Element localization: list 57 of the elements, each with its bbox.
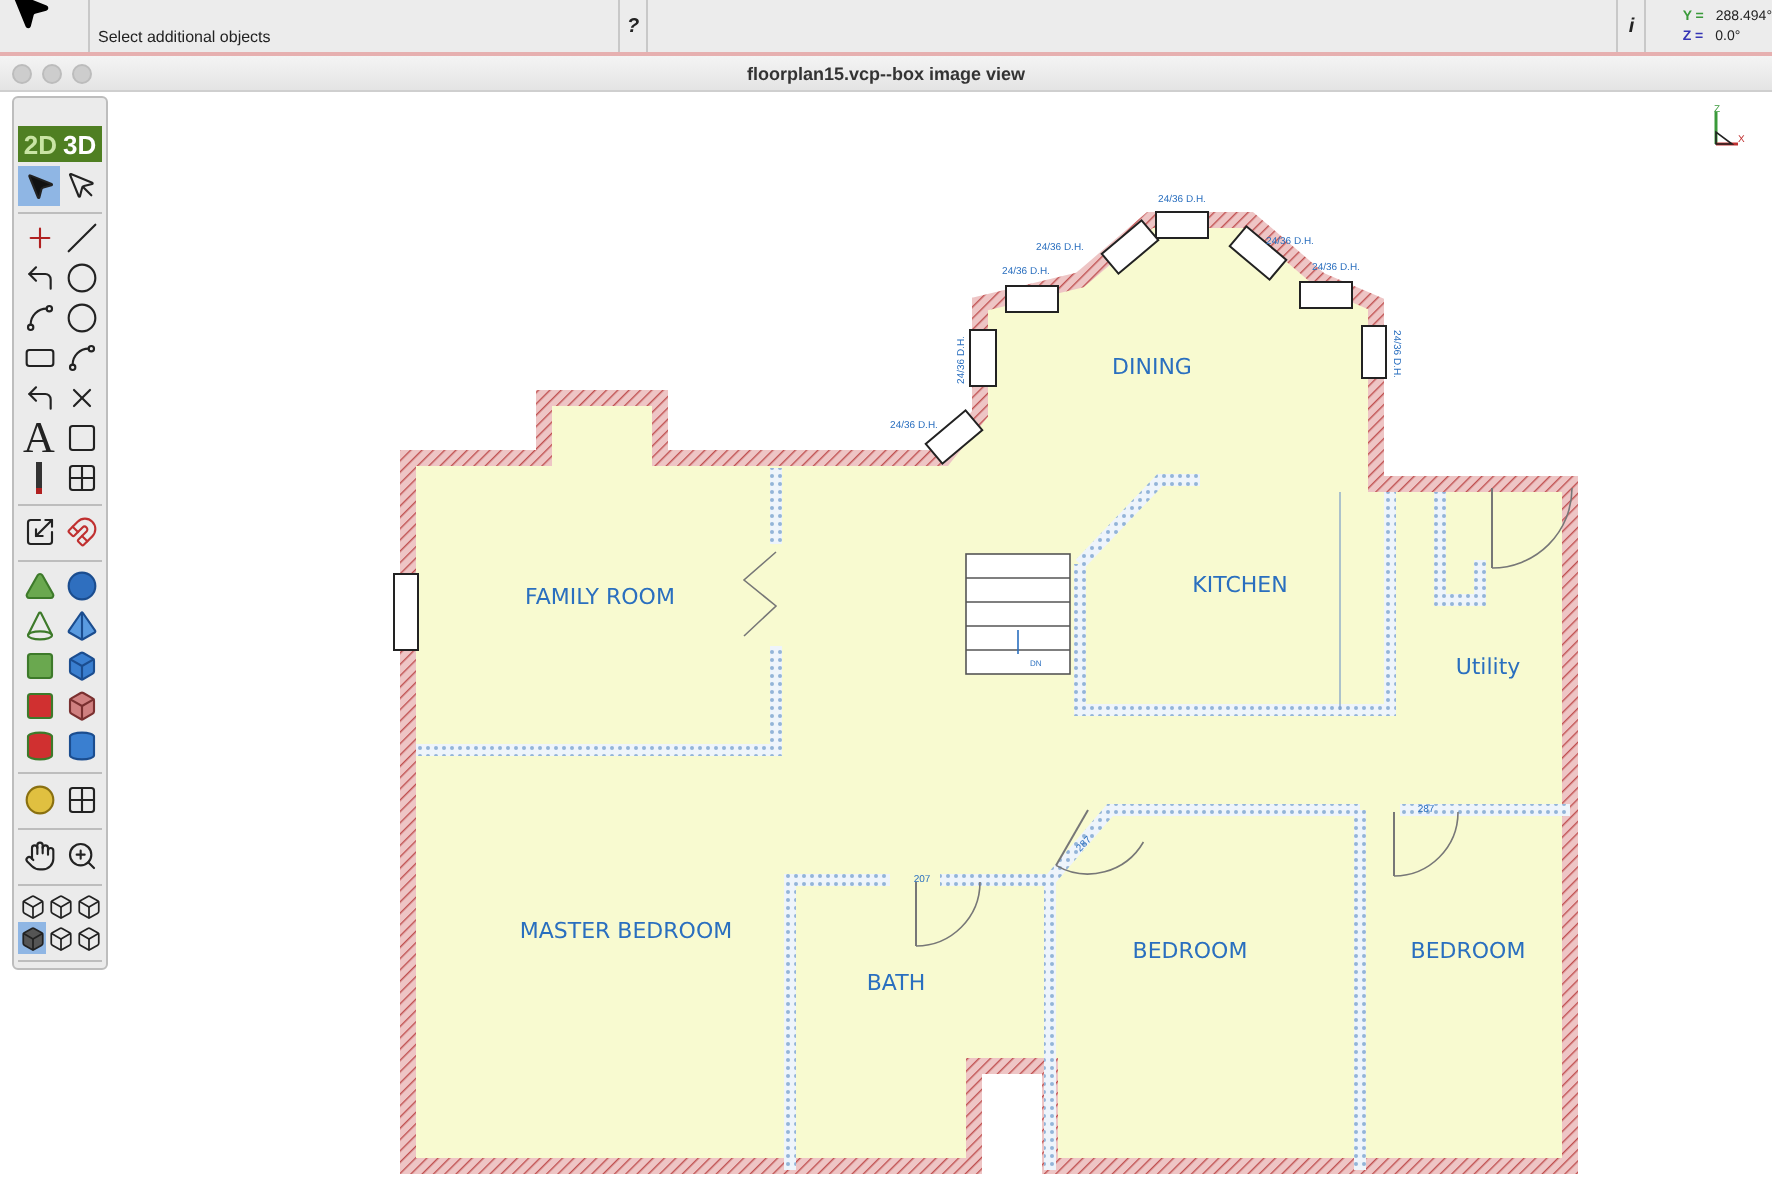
- magnet-icon: [65, 516, 97, 548]
- cube-icon: [65, 650, 97, 682]
- room-label: BEDROOM: [1132, 938, 1248, 964]
- box-icon: [65, 690, 97, 722]
- cube-icon: [19, 925, 45, 951]
- tool-button[interactable]: [74, 890, 102, 922]
- circle-icon: [65, 262, 97, 294]
- hint-text: Select additional objects: [98, 28, 271, 51]
- interior-wall: [1434, 492, 1486, 606]
- tool-button[interactable]: [74, 922, 102, 954]
- hand-icon: [23, 840, 55, 872]
- arrow-icon: [23, 170, 55, 202]
- window: [393, 573, 419, 651]
- cube-icon: [75, 893, 101, 919]
- window: [1299, 281, 1353, 309]
- tool-button[interactable]: [46, 890, 74, 922]
- door: [1055, 809, 1145, 875]
- room-label: Utility: [1455, 654, 1521, 680]
- arrow-icon: [65, 170, 97, 202]
- tool-button[interactable]: [18, 890, 46, 922]
- window: [1361, 325, 1387, 379]
- mode-toggle[interactable]: 3D: [63, 129, 97, 159]
- staircase-drawing: [965, 553, 1071, 675]
- cylinder-icon: [65, 730, 97, 762]
- tool-button[interactable]: [46, 922, 74, 954]
- tool-button[interactable]: [18, 166, 60, 206]
- tool-button[interactable]: [18, 922, 46, 954]
- door: [1393, 811, 1459, 877]
- curve-icon: [23, 302, 55, 334]
- room-label: DINING: [1112, 354, 1192, 380]
- interior-wall: [770, 468, 782, 544]
- folding-door: [742, 551, 778, 637]
- grid-icon: [65, 784, 97, 816]
- info-symbol[interactable]: i: [1628, 15, 1635, 38]
- room-label: BEDROOM: [1410, 938, 1526, 964]
- cube-icon: [75, 925, 101, 951]
- tool-button[interactable]: A: [18, 418, 60, 458]
- window: [1005, 285, 1059, 313]
- room-label: BATH: [866, 970, 926, 996]
- door: [1491, 487, 1573, 569]
- cube-icon: [47, 925, 73, 951]
- room-label: KITCHEN: [1192, 572, 1288, 598]
- room-label: MASTER BEDROOM: [519, 918, 733, 944]
- cylinder-icon: [23, 730, 55, 762]
- spline-icon: [65, 342, 97, 374]
- window-title: floorplan15.vcp--box image view: [746, 63, 1026, 84]
- cube-icon: [47, 893, 73, 919]
- line-icon: [65, 222, 97, 254]
- zoom-icon: [65, 840, 97, 872]
- cone-icon: [23, 610, 55, 642]
- resize-icon: [23, 516, 55, 548]
- room-label: FAMILY ROOM: [525, 584, 675, 610]
- cube-icon: [19, 893, 45, 919]
- door: [915, 881, 981, 947]
- help-symbol[interactable]: ?: [626, 15, 640, 38]
- window: [969, 329, 997, 387]
- square-icon: [65, 422, 97, 454]
